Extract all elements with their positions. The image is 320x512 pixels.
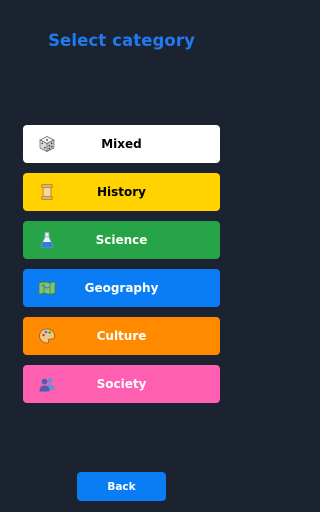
category-label: Mixed <box>101 137 142 151</box>
people-icon <box>38 375 56 393</box>
flask-icon <box>38 231 56 249</box>
category-label: Society <box>96 377 147 391</box>
category-button-geography[interactable]: Geography <box>23 269 220 307</box>
category-label: History <box>96 185 147 199</box>
dice-icon <box>38 135 56 153</box>
map-icon <box>38 279 56 297</box>
category-label: Culture <box>96 329 147 343</box>
category-button-culture[interactable]: Culture <box>23 317 220 355</box>
category-button-science[interactable]: Science <box>23 221 220 259</box>
category-button-history[interactable]: History <box>23 173 220 211</box>
palette-icon <box>38 327 56 345</box>
category-button-mixed[interactable]: Mixed <box>23 125 220 163</box>
category-list: Mixed History Science Geography Culture … <box>23 125 220 413</box>
category-label: Geography <box>84 281 159 295</box>
scroll-icon <box>38 183 56 201</box>
category-label: Science <box>95 233 148 247</box>
back-button[interactable]: Back <box>77 472 166 501</box>
category-button-society[interactable]: Society <box>23 365 220 403</box>
page-title: Select category <box>48 31 195 50</box>
